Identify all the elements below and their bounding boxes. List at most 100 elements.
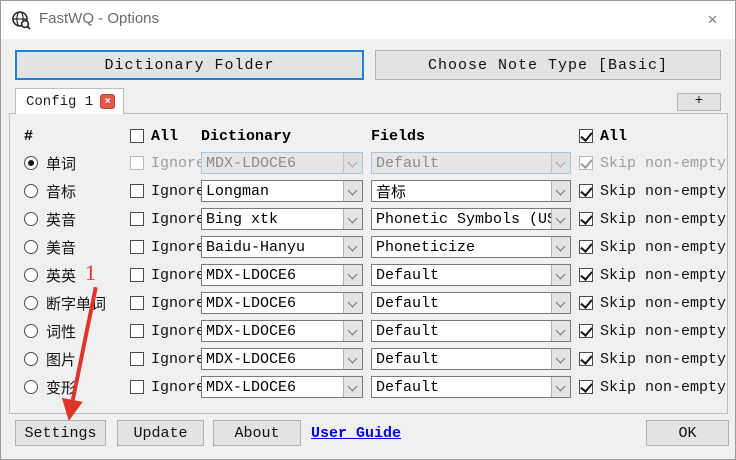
row-radio[interactable]	[24, 324, 38, 338]
row-radio[interactable]	[24, 380, 38, 394]
chevron-down-icon	[343, 349, 362, 369]
ignore-label: Ignore	[151, 182, 206, 200]
fields-select[interactable]: Phonetic Symbols (US)	[371, 208, 571, 230]
row-label: 词性	[46, 323, 77, 341]
table-header-row: # All Dictionary Fields All	[24, 123, 727, 149]
ok-button[interactable]: OK	[646, 420, 729, 446]
fields-select[interactable]: Default	[371, 376, 571, 398]
skip-label: Skip non-empty	[600, 210, 727, 228]
row-radio[interactable]	[24, 156, 38, 170]
chevron-down-icon	[551, 265, 570, 285]
fields-text: Default	[376, 294, 440, 312]
skip-checkbox[interactable]	[579, 324, 593, 338]
user-guide-link[interactable]: User Guide	[311, 425, 401, 442]
all-skip-checkbox[interactable]	[579, 129, 593, 143]
chevron-down-icon	[551, 293, 570, 313]
ignore-checkbox[interactable]	[130, 240, 144, 254]
tab-config-1[interactable]: Config 1 ×	[15, 88, 125, 114]
app-globe-search-icon	[12, 11, 31, 30]
table-row: 单词 Ignore MDX-LDOCE6 Default Skip non-em…	[24, 149, 727, 177]
row-radio[interactable]	[24, 268, 38, 282]
fields-select[interactable]: Phoneticize	[371, 236, 571, 258]
about-button[interactable]: About	[213, 420, 301, 446]
dictionary-select[interactable]: MDX-LDOCE6	[201, 292, 363, 314]
dictionary-select[interactable]: MDX-LDOCE6	[201, 264, 363, 286]
ignore-checkbox[interactable]	[130, 380, 144, 394]
chevron-down-icon	[551, 153, 570, 173]
choose-note-type-button[interactable]: Choose Note Type [Basic]	[375, 50, 721, 80]
ignore-checkbox[interactable]	[130, 352, 144, 366]
row-label: 音标	[46, 183, 77, 201]
row-radio[interactable]	[24, 352, 38, 366]
skip-checkbox[interactable]	[579, 156, 593, 170]
skip-checkbox[interactable]	[579, 296, 593, 310]
fields-text: Default	[376, 350, 440, 368]
chevron-down-icon	[551, 209, 570, 229]
dictionary-text: MDX-LDOCE6	[206, 378, 297, 396]
chevron-down-icon	[343, 265, 362, 285]
chevron-down-icon	[343, 377, 362, 397]
row-label: 英音	[46, 211, 77, 229]
fields-text: Default	[376, 322, 440, 340]
skip-checkbox[interactable]	[579, 268, 593, 282]
skip-label: Skip non-empty	[600, 294, 727, 312]
dictionary-text: MDX-LDOCE6	[206, 294, 297, 312]
update-button[interactable]: Update	[117, 420, 204, 446]
dictionary-select[interactable]: Longman	[201, 180, 363, 202]
fields-select[interactable]: Default	[371, 152, 571, 174]
dictionary-select[interactable]: MDX-LDOCE6	[201, 320, 363, 342]
ignore-checkbox[interactable]	[130, 212, 144, 226]
ignore-checkbox[interactable]	[130, 324, 144, 338]
dictionary-select[interactable]: MDX-LDOCE6	[201, 376, 363, 398]
fields-select[interactable]: Default	[371, 292, 571, 314]
dictionary-folder-button[interactable]: Dictionary Folder	[15, 50, 364, 80]
chevron-down-icon	[343, 321, 362, 341]
fields-text: Phoneticize	[376, 238, 476, 256]
row-radio[interactable]	[24, 184, 38, 198]
table-row: 美音 Ignore Baidu-Hanyu Phoneticize Skip n…	[24, 233, 727, 261]
dictionary-select[interactable]: MDX-LDOCE6	[201, 348, 363, 370]
row-radio[interactable]	[24, 212, 38, 226]
fields-text: Phonetic Symbols (US)	[376, 210, 551, 228]
chevron-down-icon	[551, 321, 570, 341]
ignore-checkbox[interactable]	[130, 184, 144, 198]
fields-select[interactable]: Default	[371, 264, 571, 286]
all-ignore-checkbox[interactable]	[130, 129, 144, 143]
table-body: 单词 Ignore MDX-LDOCE6 Default Skip non-em…	[24, 149, 727, 401]
ignore-label: Ignore	[151, 238, 206, 256]
chevron-down-icon	[343, 237, 362, 257]
chevron-down-icon	[343, 181, 362, 201]
table-row: 词性 Ignore MDX-LDOCE6 Default Skip non-em…	[24, 317, 727, 345]
skip-checkbox[interactable]	[579, 352, 593, 366]
ignore-checkbox[interactable]	[130, 156, 144, 170]
row-radio[interactable]	[24, 240, 38, 254]
skip-checkbox[interactable]	[579, 212, 593, 226]
add-config-button[interactable]: +	[677, 93, 721, 111]
skip-checkbox[interactable]	[579, 240, 593, 254]
ignore-checkbox[interactable]	[130, 268, 144, 282]
all-skip-label: All	[600, 127, 628, 145]
settings-button[interactable]: Settings	[15, 420, 106, 446]
dictionary-text: MDX-LDOCE6	[206, 350, 297, 368]
row-radio[interactable]	[24, 296, 38, 310]
ignore-checkbox[interactable]	[130, 296, 144, 310]
column-header-fields: Fields	[371, 127, 426, 145]
tab-close-icon[interactable]: ×	[100, 94, 116, 109]
row-label: 断字单词	[46, 295, 107, 313]
fields-select[interactable]: Default	[371, 348, 571, 370]
dictionary-text: Bing xtk	[206, 210, 279, 228]
chevron-down-icon	[551, 349, 570, 369]
window-close-icon[interactable]: ×	[690, 1, 735, 39]
table-row: 英英 Ignore MDX-LDOCE6 Default Skip non-em…	[24, 261, 727, 289]
skip-label: Skip non-empty	[600, 182, 727, 200]
dictionary-select[interactable]: Baidu-Hanyu	[201, 236, 363, 258]
dictionary-select[interactable]: MDX-LDOCE6	[201, 152, 363, 174]
dictionary-select[interactable]: Bing xtk	[201, 208, 363, 230]
ignore-label: Ignore	[151, 350, 206, 368]
skip-label: Skip non-empty	[600, 266, 727, 284]
fields-select[interactable]: 音标	[371, 180, 571, 202]
config-frame: # All Dictionary Fields All 单词 Ignore MD…	[9, 113, 728, 414]
skip-checkbox[interactable]	[579, 184, 593, 198]
fields-select[interactable]: Default	[371, 320, 571, 342]
skip-checkbox[interactable]	[579, 380, 593, 394]
